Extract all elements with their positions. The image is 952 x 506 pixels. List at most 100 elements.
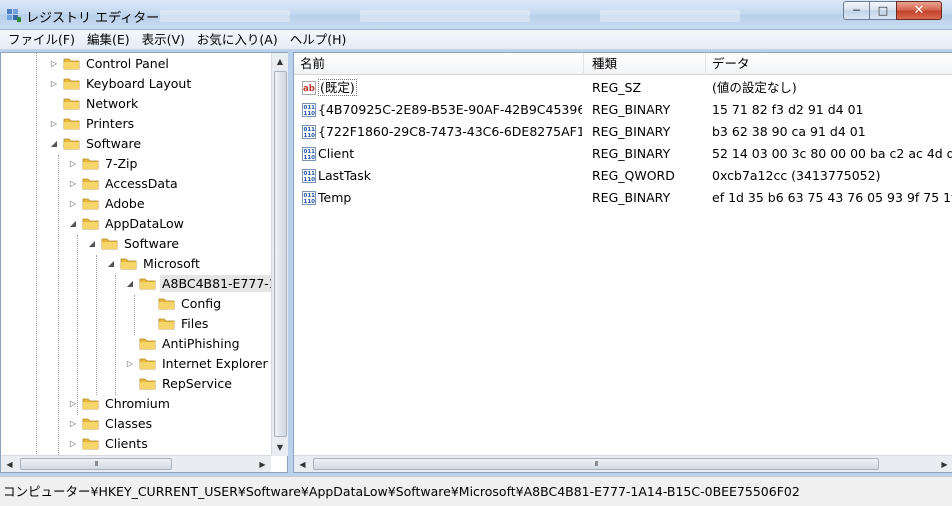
tree-item[interactable]: ◢ Software: [87, 233, 181, 253]
list-row[interactable]: 011 110 LastTask REG_QWORD 0xcb7a12cc (34137…: [294, 165, 952, 187]
tree-item-label: Microsoft: [143, 255, 200, 271]
expand-arrow-icon[interactable]: ▷: [68, 418, 78, 428]
value-name: {4B70925C-2E89-B53E-90AF-42B9C45396FD}: [318, 99, 582, 121]
tree-item[interactable]: AntiPhishing: [125, 333, 242, 353]
tree-item[interactable]: ▷ Classes: [68, 413, 154, 433]
value-data: 52 14 03 00 3c 80 00 00 ba c2 ac 4d df 0: [712, 146, 952, 161]
tree-item[interactable]: ◢ A8BC4B81-E777-1A: [125, 273, 271, 293]
menu-help[interactable]: ヘルプ(H): [284, 30, 353, 50]
status-path: コンピューター¥HKEY_CURRENT_USER¥Software¥AppDa…: [3, 484, 800, 499]
minimize-button[interactable]: ─: [843, 1, 870, 20]
tree-item[interactable]: ▷ 7-Zip: [68, 153, 139, 173]
values-list-pane: 名前 種類 データ ab (既定) REG_SZ (値の設定なし) 011 110 {4B7…: [293, 52, 952, 473]
scroll-left-icon[interactable]: ◀: [294, 456, 311, 472]
tree-horizontal-scroll-thumb[interactable]: III: [20, 458, 172, 470]
value-data: 0xcb7a12cc (3413775052): [712, 168, 881, 183]
tree-item[interactable]: ◢ Software: [49, 133, 143, 153]
list-horizontal-scroll-thumb[interactable]: III: [313, 458, 879, 470]
close-button[interactable]: ✕: [896, 1, 942, 20]
tree-vertical-scrollbar[interactable]: ▲ ▼: [271, 53, 288, 456]
tree-item[interactable]: ▷ Keyboard Layout: [49, 73, 193, 93]
tree-item-label: Clients: [105, 435, 148, 451]
scroll-down-icon[interactable]: ▼: [272, 439, 288, 456]
expand-arrow-icon[interactable]: ▷: [125, 358, 135, 368]
scroll-left-icon[interactable]: ◀: [1, 456, 18, 472]
binary-value-icon: 011110: [302, 125, 316, 139]
tree-item-label: Software: [124, 235, 180, 251]
expand-arrow-icon[interactable]: ▷: [68, 398, 78, 408]
tree-item[interactable]: ▷ Clients: [68, 433, 150, 453]
folder-icon: [82, 178, 99, 190]
folder-icon: [158, 318, 175, 330]
value-type: REG_BINARY: [592, 146, 671, 161]
list-column-header: 名前 種類 データ: [294, 53, 952, 75]
menu-view[interactable]: 表示(V): [136, 30, 191, 50]
tree-item-label: Control Panel: [86, 55, 169, 71]
menu-file[interactable]: ファイル(F): [2, 30, 81, 50]
collapse-arrow-icon[interactable]: ◢: [68, 218, 78, 228]
column-data[interactable]: データ: [706, 53, 952, 75]
scroll-up-icon[interactable]: ▲: [272, 53, 288, 70]
key-tree: ▷ Control Panel ▷ Keyboard Layout Network ▷ Pr…: [1, 53, 271, 456]
tree-item[interactable]: ▷ Internet Explorer: [125, 353, 270, 373]
list-horizontal-scrollbar[interactable]: ◀ III ▶: [294, 455, 952, 472]
tree-item[interactable]: Files: [144, 313, 210, 333]
expand-arrow-icon[interactable]: ▷: [68, 178, 78, 188]
tree-item[interactable]: ▷ Adobe: [68, 193, 147, 213]
expand-arrow-icon[interactable]: ▷: [49, 78, 59, 88]
title-bar[interactable]: レジストリ エディター ─ □ ✕: [0, 0, 952, 30]
folder-icon: [82, 218, 99, 230]
folder-icon: [139, 378, 156, 390]
scroll-right-icon[interactable]: ▶: [936, 456, 952, 472]
menu-edit[interactable]: 編集(E): [81, 30, 136, 50]
scroll-right-icon[interactable]: ▶: [254, 456, 271, 472]
folder-icon: [82, 418, 99, 430]
close-icon: ✕: [913, 3, 925, 18]
tree-horizontal-scrollbar[interactable]: ◀ III ▶: [1, 455, 271, 472]
tree-item[interactable]: ▷ Printers: [49, 113, 136, 133]
value-name-text: Temp: [318, 190, 352, 205]
tree-vertical-scroll-thumb[interactable]: [274, 71, 287, 437]
expand-arrow-icon[interactable]: ▷: [49, 118, 59, 128]
collapse-arrow-icon[interactable]: ◢: [125, 278, 135, 288]
tree-item[interactable]: ▷ Control Panel: [49, 53, 171, 73]
expand-arrow-icon[interactable]: ▷: [68, 198, 78, 208]
folder-icon: [63, 58, 80, 70]
column-type[interactable]: 種類: [586, 53, 706, 75]
binary-value-icon: 011110: [302, 147, 316, 161]
collapse-arrow-icon[interactable]: ◢: [49, 138, 59, 148]
menu-favorites[interactable]: お気に入り(A): [191, 30, 284, 50]
tree-item[interactable]: ◢ AppDataLow: [68, 213, 186, 233]
tree-item[interactable]: ◢ Microsoft: [106, 253, 202, 273]
folder-icon: [139, 278, 156, 290]
menu-bar: ファイル(F) 編集(E) 表示(V) お気に入り(A) ヘルプ(H): [0, 30, 952, 50]
value-type: REG_BINARY: [592, 190, 671, 205]
tree-item[interactable]: RepService: [125, 373, 234, 393]
tree-item[interactable]: Config: [144, 293, 223, 313]
expand-arrow-icon[interactable]: ▷: [49, 58, 59, 68]
list-row[interactable]: ab (既定) REG_SZ (値の設定なし): [294, 77, 952, 99]
list-row[interactable]: 011 110 Temp REG_BINARY ef 1d 35 b6 63 75 43…: [294, 187, 952, 209]
tree-item[interactable]: ▷ AccessData: [68, 173, 180, 193]
tree-item-label: Adobe: [105, 195, 145, 211]
collapse-arrow-icon[interactable]: ◢: [106, 258, 116, 268]
tree-item-label: Software: [86, 135, 142, 151]
folder-icon: [101, 238, 118, 250]
column-name[interactable]: 名前: [294, 53, 584, 75]
value-name-text: LastTask: [318, 168, 372, 183]
key-tree-pane: ▷ Control Panel ▷ Keyboard Layout Network ▷ Pr…: [0, 52, 288, 473]
svg-text:110: 110: [304, 133, 316, 139]
expand-arrow-icon[interactable]: ▷: [68, 158, 78, 168]
list-row[interactable]: 011 110 {722F1860-29C8-7473-43C6-6DE8275AF…: [294, 121, 952, 143]
tree-guide-line: [96, 255, 97, 395]
list-row[interactable]: 011 110 Client REG_BINARY 52 14 03 00 3c 80 …: [294, 143, 952, 165]
maximize-button[interactable]: □: [869, 1, 897, 20]
tree-item[interactable]: ▷ Chromium: [68, 393, 172, 413]
value-data: (値の設定なし): [712, 80, 797, 95]
list-row[interactable]: 011 110 {4B70925C-2E89-B53E-90AF-42B9C4539…: [294, 99, 952, 121]
tree-item-label: Keyboard Layout: [86, 75, 192, 91]
tree-item[interactable]: Network: [49, 93, 140, 113]
collapse-arrow-icon[interactable]: ◢: [87, 238, 97, 248]
expand-arrow-icon[interactable]: ▷: [68, 438, 78, 448]
